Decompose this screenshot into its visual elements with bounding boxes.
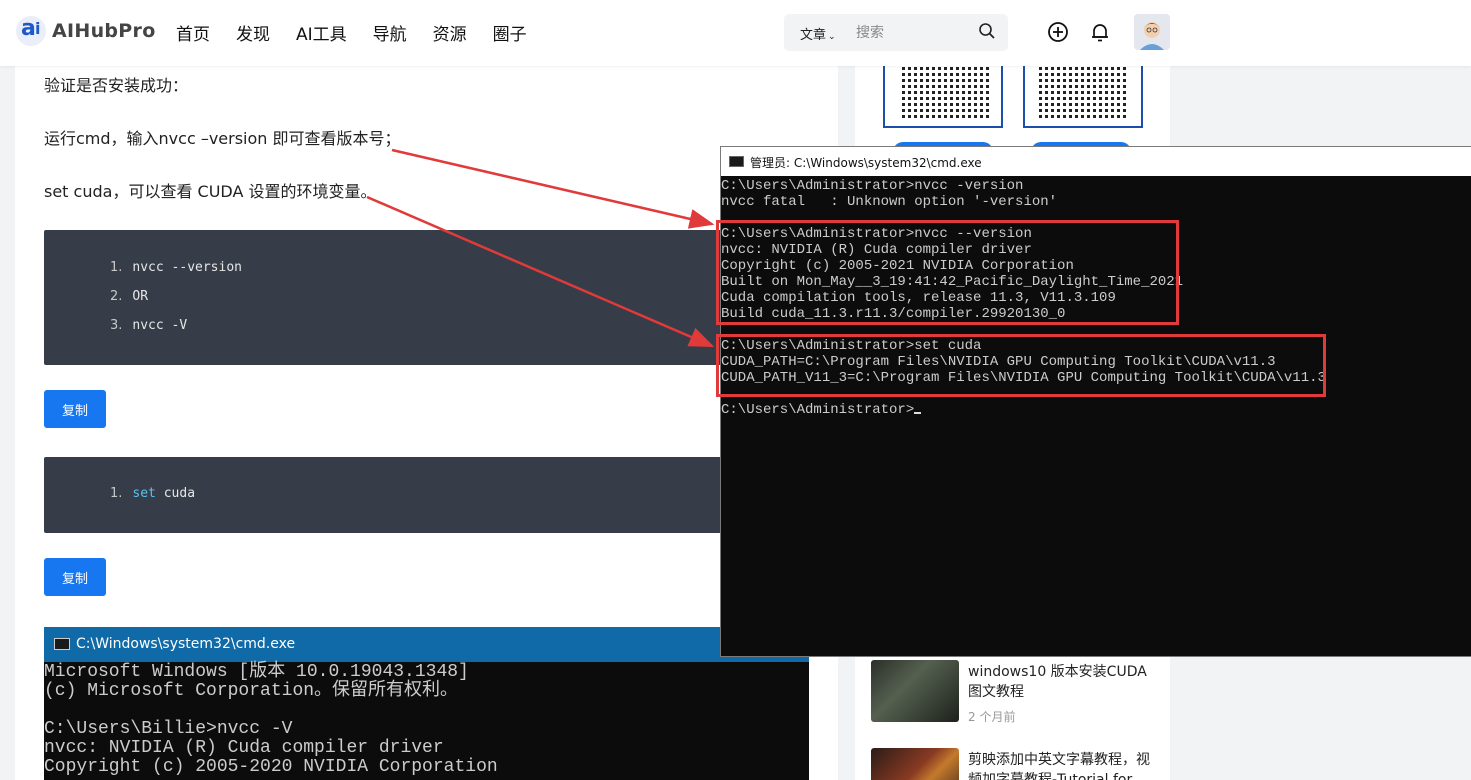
highlight-box-set-cuda: [716, 334, 1326, 397]
cmd-title: 管理员: C:\Windows\system32\cmd.exe: [750, 156, 982, 170]
terminal-line: C:\Users\Billie>nvcc -V: [44, 719, 293, 739]
copy-button[interactable]: 复制: [44, 390, 106, 428]
logo-text: AIHubPro: [52, 20, 156, 42]
bell-icon[interactable]: [1088, 20, 1112, 44]
nav-item-navigation[interactable]: 导航: [373, 20, 407, 45]
code-line: 3. nvcc -V: [110, 318, 188, 333]
qr-frame: [1023, 66, 1143, 128]
site-logo[interactable]: ai AIHubPro: [16, 16, 156, 46]
nav-item-resources[interactable]: 资源: [433, 20, 467, 45]
copy-button[interactable]: 复制: [44, 558, 106, 596]
chevron-down-icon: ⌄: [828, 32, 836, 42]
post-thumbnail[interactable]: [871, 660, 959, 722]
cmd-titlebar: C:\Windows\system32\cmd.exe: [44, 627, 809, 662]
search-category-dropdown[interactable]: 文章 ⌄: [800, 24, 836, 43]
terminal-line: nvcc: NVIDIA (R) Cuda compiler driver: [44, 738, 444, 758]
cmd-screenshot-image: C:\Windows\system32\cmd.exe Microsoft Wi…: [44, 627, 809, 780]
terminal-prompt[interactable]: C:\Users\Administrator>: [721, 402, 922, 418]
code-line: 2. OR: [110, 289, 149, 304]
qr-frame: [883, 66, 1003, 128]
list-item[interactable]: 剪映添加中英文字幕教程，视频加字幕教程-Tutorial for: [871, 748, 1161, 780]
post-title[interactable]: windows10 版本安装CUDA图文教程: [968, 662, 1158, 702]
nav-item-home[interactable]: 首页: [176, 20, 210, 45]
code-block-version: 1. nvcc --version 2. OR 3. nvcc -V: [44, 230, 809, 365]
terminal-line: nvcc fatal : Unknown option '-version': [721, 194, 1058, 210]
user-avatar[interactable]: [1134, 14, 1170, 50]
search-icon[interactable]: [978, 22, 996, 40]
list-item[interactable]: windows10 版本安装CUDA图文教程 2 个月前: [871, 660, 1161, 730]
logo-icon: ai: [16, 16, 46, 46]
cmd-icon: [729, 156, 744, 167]
step2-text: set cuda，可以查看 CUDA 设置的环境变量。: [44, 182, 377, 201]
site-header: ai AIHubPro 首页 发现 AI工具 导航 资源 圈子 文章 ⌄: [0, 0, 1471, 66]
nav-item-ai-tools[interactable]: AI工具: [296, 20, 347, 45]
text-cursor: [914, 412, 922, 414]
search-input[interactable]: [856, 22, 966, 44]
cmd-titlebar[interactable]: 管理员: C:\Windows\system32\cmd.exe: [721, 147, 1471, 176]
verify-text: 验证是否安装成功：: [44, 76, 189, 95]
nav-item-circle[interactable]: 圈子: [493, 20, 527, 45]
main-nav: 首页 发现 AI工具 导航 资源 圈子: [176, 20, 553, 45]
terminal-line: C:\Users\Administrator>nvcc -version: [721, 178, 1024, 194]
terminal-line: Microsoft Windows [版本 10.0.19043.1348]: [44, 662, 469, 682]
post-time: 2 个月前: [968, 710, 1016, 724]
nav-item-discover[interactable]: 发现: [236, 20, 270, 45]
terminal-line: (c) Microsoft Corporation。保留所有权利。: [44, 681, 459, 701]
avatar-icon: [1134, 14, 1170, 50]
cmd-title: C:\Windows\system32\cmd.exe: [76, 636, 296, 652]
code-line: 1. set cuda: [110, 486, 196, 501]
cmd-icon: [54, 638, 70, 650]
step1-text: 运行cmd，输入nvcc –version 即可查看版本号；: [44, 129, 401, 148]
code-line: 1. nvcc --version: [110, 260, 242, 275]
code-block-set-cuda: 1. set cuda: [44, 457, 809, 533]
post-title[interactable]: 剪映添加中英文字幕教程，视频加字幕教程-Tutorial for: [968, 750, 1158, 780]
terminal-line: Copyright (c) 2005-2020 NVIDIA Corporati…: [44, 757, 498, 777]
highlight-box-version: [716, 220, 1179, 325]
add-circle-icon[interactable]: [1046, 20, 1070, 44]
search-box: 文章 ⌄: [784, 14, 1008, 51]
post-thumbnail[interactable]: [871, 748, 959, 780]
